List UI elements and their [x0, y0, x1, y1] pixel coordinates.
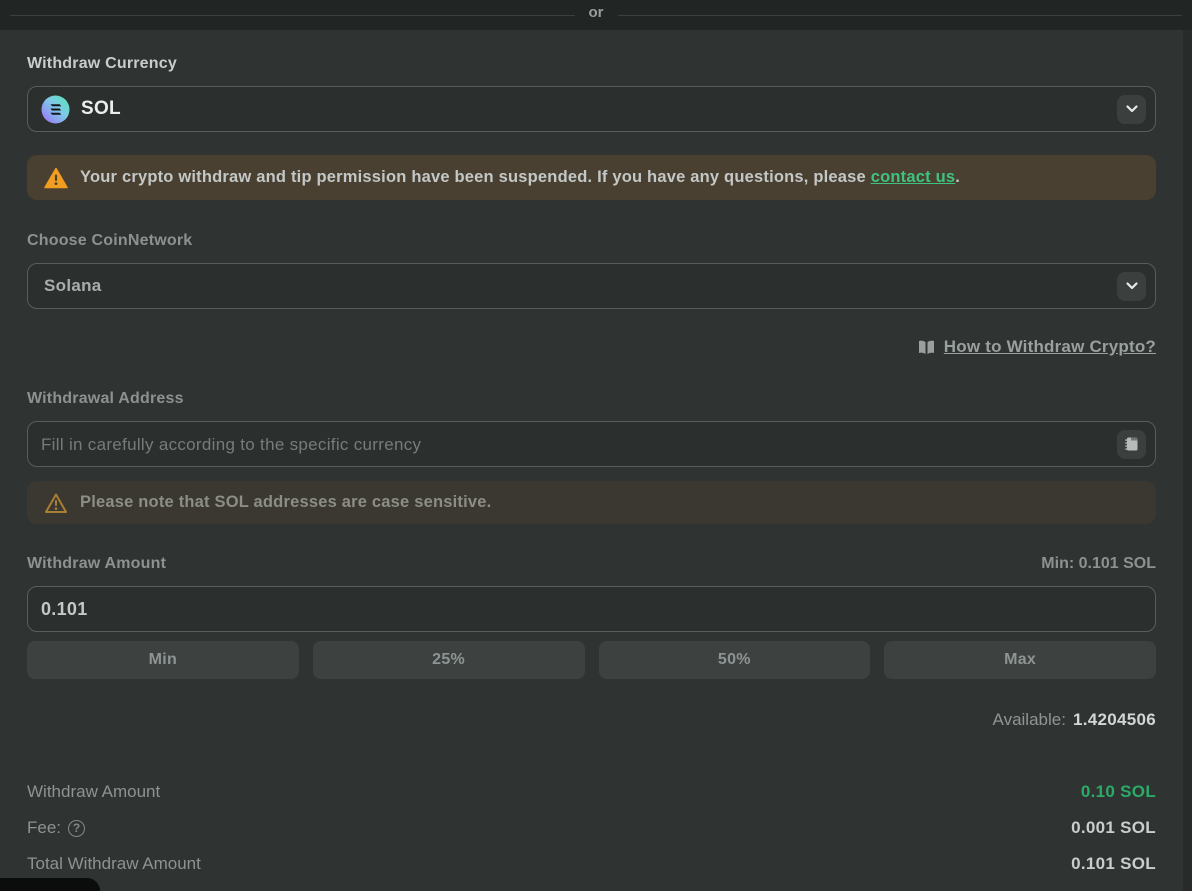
withdrawal-address-label: Withdrawal Address	[27, 390, 1156, 408]
network-label: Choose CoinNetwork	[27, 232, 1156, 250]
divider-line-right	[618, 15, 1183, 16]
withdraw-currency-select[interactable]: SOL	[27, 86, 1156, 132]
max-button[interactable]: Max	[884, 641, 1156, 679]
withdraw-form-panel: Withdraw Currency SOL	[0, 30, 1192, 874]
summary-row-amount: Withdraw Amount 0.10 SOL	[27, 782, 1156, 802]
bottom-edge-tab	[0, 878, 100, 891]
available-value: 1.4204506	[1073, 710, 1156, 730]
currency-dropdown-button[interactable]	[1117, 95, 1146, 124]
solana-coin-icon	[41, 95, 70, 124]
summary-amount-label: Withdraw Amount	[27, 782, 160, 802]
chevron-down-icon	[1125, 281, 1139, 291]
case-sensitive-text: Please note that SOL addresses are case …	[80, 493, 491, 512]
min-amount-hint: Min: 0.101 SOL	[1041, 555, 1156, 573]
summary-row-fee: Fee: 0.001 SOL	[27, 818, 1156, 838]
summary-fee-value: 0.001 SOL	[1071, 818, 1156, 838]
pct50-button[interactable]: 50%	[599, 641, 871, 679]
scroll-gutter[interactable]	[1183, 30, 1192, 891]
suspension-notice-text: Your crypto withdraw and tip permission …	[80, 168, 960, 187]
withdrawal-address-field	[27, 421, 1156, 467]
fee-help-icon[interactable]	[68, 820, 85, 837]
available-row: Available: 1.4204506	[27, 710, 1156, 730]
withdraw-currency-label: Withdraw Currency	[27, 55, 1156, 73]
withdraw-amount-field	[27, 586, 1156, 632]
contact-us-link[interactable]: contact us	[871, 168, 956, 186]
address-book-icon	[1124, 436, 1139, 452]
selected-currency-label: SOL	[81, 98, 121, 120]
selected-network-label: Solana	[44, 276, 102, 296]
summary-total-label: Total Withdraw Amount	[27, 854, 201, 874]
fee-label-text: Fee:	[27, 818, 61, 838]
case-sensitive-notice: Please note that SOL addresses are case …	[27, 481, 1156, 524]
suspension-text: Your crypto withdraw and tip permission …	[80, 168, 866, 186]
how-to-withdraw-link[interactable]: How to Withdraw Crypto?	[944, 337, 1156, 357]
withdraw-amount-input[interactable]	[41, 599, 1146, 620]
divider-or-label: or	[575, 4, 618, 21]
warning-outline-icon	[44, 492, 68, 514]
chevron-down-icon	[1125, 104, 1139, 114]
help-row: How to Withdraw Crypto?	[27, 337, 1156, 357]
summary-fee-label: Fee:	[27, 818, 85, 838]
suspension-notice: Your crypto withdraw and tip permission …	[27, 155, 1156, 200]
book-icon	[917, 339, 936, 356]
min-button[interactable]: Min	[27, 641, 299, 679]
network-select[interactable]: Solana	[27, 263, 1156, 309]
summary-amount-value: 0.10 SOL	[1081, 782, 1156, 802]
withdraw-summary: Withdraw Amount 0.10 SOL Fee: 0.001 SOL …	[27, 782, 1156, 874]
case-sensitive-label: Please note that SOL addresses are case …	[80, 493, 491, 511]
suspension-suffix: .	[955, 168, 960, 186]
warning-icon	[44, 167, 68, 189]
summary-total-value: 0.101 SOL	[1071, 854, 1156, 874]
quick-amount-buttons: Min 25% 50% Max	[27, 641, 1156, 679]
withdraw-amount-label: Withdraw Amount	[27, 555, 166, 573]
pct25-button[interactable]: 25%	[313, 641, 585, 679]
available-label: Available:	[993, 710, 1066, 730]
divider-line-left	[10, 15, 575, 16]
summary-row-total: Total Withdraw Amount 0.101 SOL	[27, 854, 1156, 874]
withdrawal-address-input[interactable]	[41, 434, 1117, 455]
network-dropdown-button[interactable]	[1117, 272, 1146, 301]
address-book-button[interactable]	[1117, 430, 1146, 459]
top-divider-bar: or	[0, 0, 1192, 30]
